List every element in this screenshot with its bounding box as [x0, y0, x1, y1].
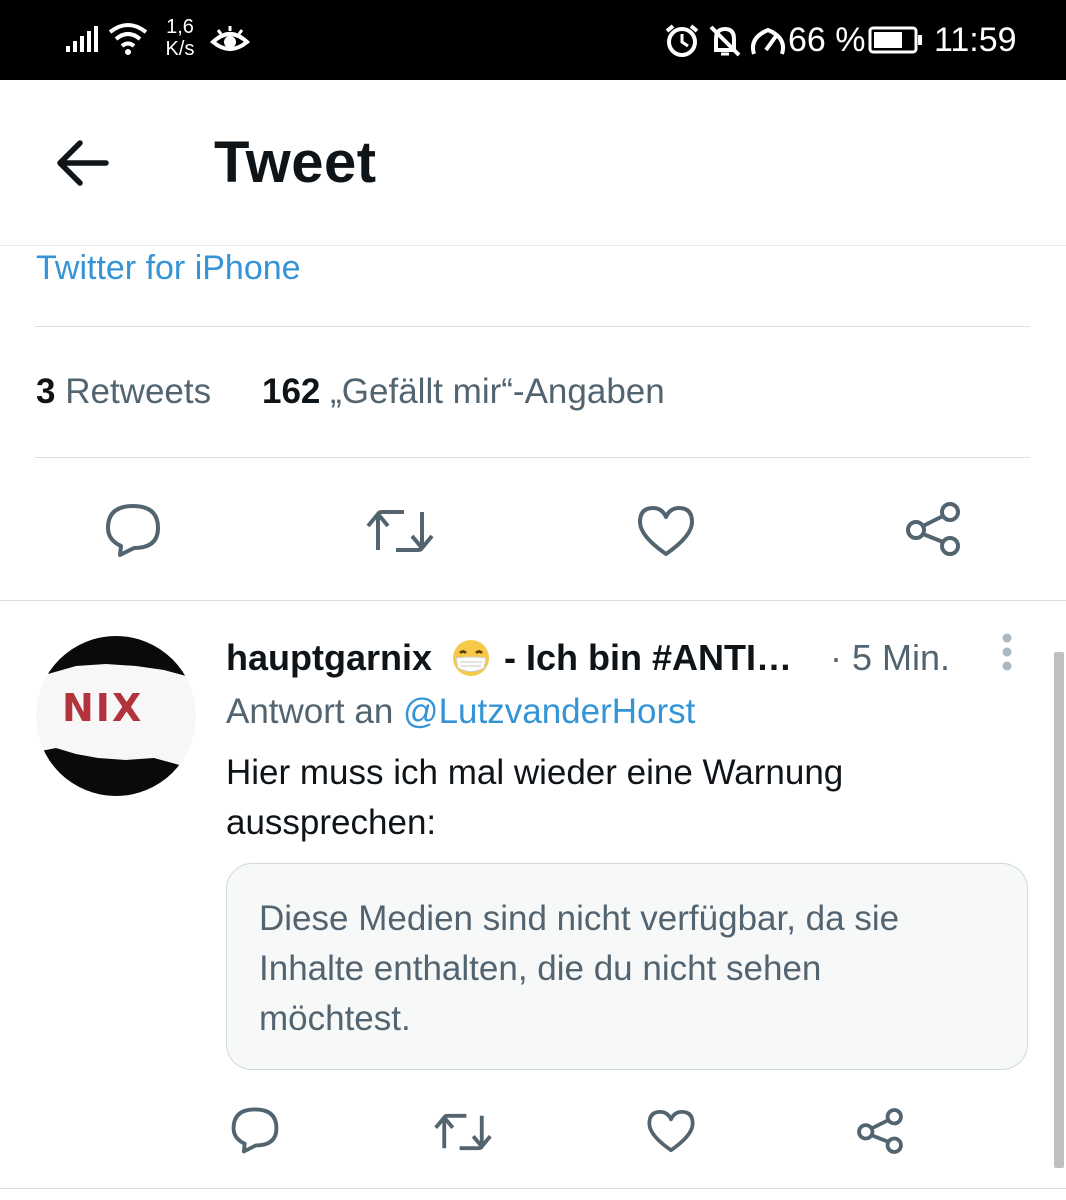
more-options-icon[interactable] [994, 630, 1020, 678]
media-notice: Diese Medien sind nicht verfügbar, da si… [259, 899, 900, 1038]
divider [35, 457, 1030, 458]
tweet-source-link[interactable]: Twitter for iPhone [36, 248, 301, 288]
retweet-icon[interactable] [434, 1110, 492, 1154]
alarm-icon [665, 24, 699, 57]
reply-text: Hier muss ich mal wieder eine Warnung au… [226, 753, 844, 842]
status-bar: 1,6 K/s 66 % 11:59 [0, 0, 1066, 80]
likes-count: 162 [262, 372, 321, 411]
avatar[interactable]: NIX [36, 636, 196, 796]
scrollbar[interactable] [1054, 652, 1064, 1168]
retweets-stat[interactable]: 3 Retweets [36, 370, 211, 414]
avatar-text: NIX [62, 686, 144, 730]
share-icon[interactable] [854, 1106, 906, 1156]
likes-label: „Gefällt mir“-Angaben [330, 372, 665, 411]
eye-icon [210, 26, 250, 51]
likes-stat[interactable]: 162 „Gefällt mir“-Angaben [262, 370, 665, 414]
reply-icon[interactable] [230, 1106, 280, 1154]
like-icon[interactable] [636, 504, 696, 558]
battery-percentage: 66 % [788, 21, 866, 59]
network-speed: 1,6 K/s [165, 16, 195, 60]
retweets-label: Retweets [65, 372, 212, 411]
separator [0, 600, 1066, 601]
wifi-icon [108, 23, 148, 55]
retweet-icon[interactable] [366, 510, 434, 552]
display-name: hauptgarnix [226, 637, 433, 678]
retweets-count: 3 [36, 372, 56, 411]
reply-to-label: Antwort an [226, 692, 404, 731]
clock: 11:59 [934, 21, 1017, 59]
reply-to-handle-link[interactable]: @LutzvanderHorst [403, 692, 695, 731]
battery-icon [868, 26, 922, 54]
reply-to-line: Antwort an @LutzvanderHorst [226, 690, 695, 734]
gauge-icon [751, 27, 785, 55]
display-name-suffix: - Ich bin #ANTI… [504, 637, 793, 678]
mask-face-emoji-icon [453, 640, 490, 676]
separator [0, 1188, 1066, 1189]
media-unavailable-box[interactable]: Diese Medien sind nicht verfügbar, da si… [226, 863, 1028, 1070]
signal-icon [66, 26, 98, 52]
reply-icon[interactable] [104, 502, 162, 558]
reply-timestamp[interactable]: · 5 Min. [830, 636, 950, 680]
header: Tweet [0, 80, 1066, 246]
like-icon[interactable] [646, 1108, 696, 1154]
bell-off-icon [709, 25, 741, 57]
share-icon[interactable] [902, 500, 964, 558]
reply-author[interactable]: hauptgarnix - Ich bin #ANTI… [226, 636, 792, 680]
back-arrow-icon[interactable] [54, 135, 114, 191]
page-title: Tweet [214, 130, 377, 195]
divider [35, 326, 1030, 327]
